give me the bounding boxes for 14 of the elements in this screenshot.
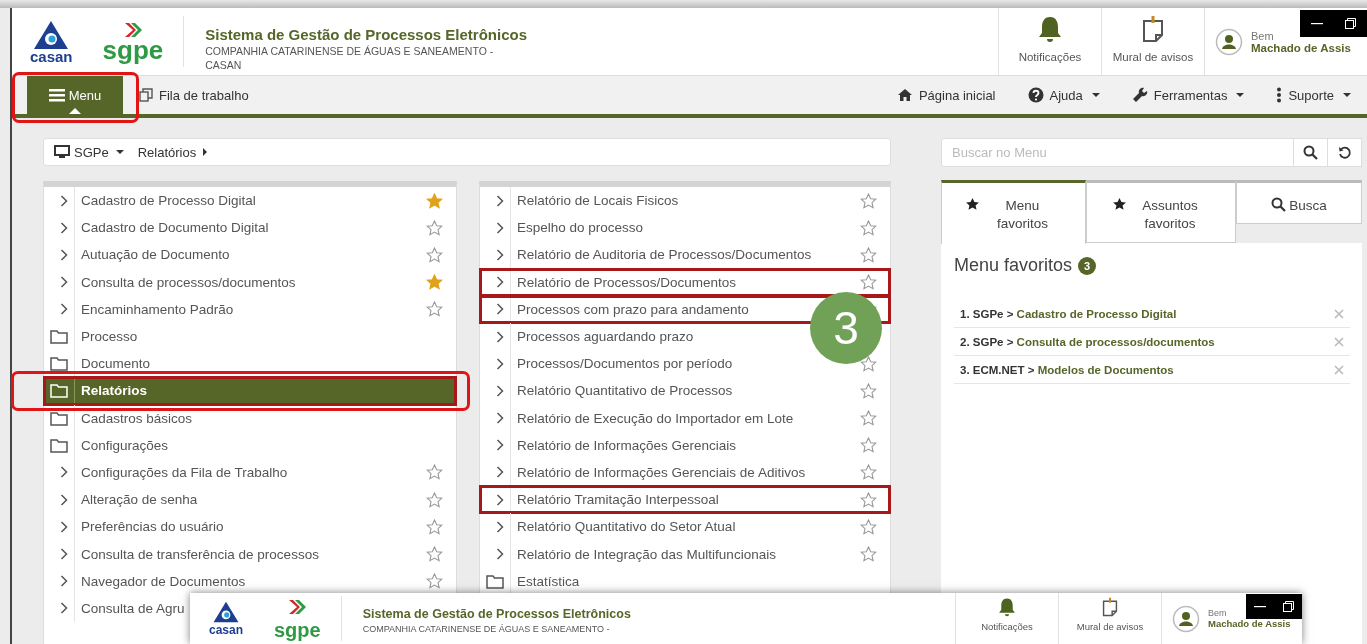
- company-name: CASAN: [205, 59, 243, 71]
- logo-text: casan: [209, 622, 243, 637]
- logo-text: sgpe: [102, 37, 164, 62]
- logo-text: sgpe: [274, 617, 321, 642]
- welcome-text: Bem: [1208, 608, 1228, 618]
- app-title: Sistema de Gestão de Processos Eletrônicos: [205, 26, 529, 43]
- panel-title: Menu favoritos: [954, 255, 1073, 276]
- app-title: Sistema de Gestão de Processos Eletrônicos: [362, 607, 632, 621]
- company-name: COMPANHIA CATARINENSE DE ÁGUAS E SANEAMENTO -: [362, 623, 611, 635]
- step-number: 3: [810, 292, 882, 364]
- welcome-text: Bem: [1251, 29, 1275, 42]
- company-name: COMPANHIA CATARINENSE DE ÁGUAS E SANEAMENTO -: [205, 45, 495, 57]
- count-badge: 3: [1078, 256, 1097, 275]
- logo-text: casan: [30, 49, 73, 64]
